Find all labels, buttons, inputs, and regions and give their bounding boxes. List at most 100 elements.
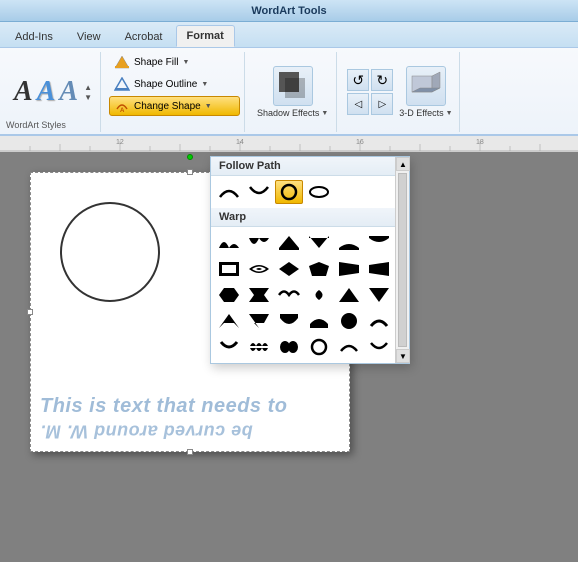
resize-handle-left[interactable] [27,309,33,315]
popup-scroll-thumb[interactable] [398,173,407,347]
shape-warp-21[interactable] [275,309,303,333]
shape-outline-button[interactable]: Shape Outline ▼ [109,74,240,94]
shadow-effects-label: Shadow Effects [257,108,319,118]
change-shape-button[interactable]: A Change Shape ▼ [109,96,240,116]
shape-warp-27[interactable] [275,335,303,359]
effects-3d-button[interactable]: 3-D Effects ▼ [399,66,452,118]
shape-warp-9[interactable] [275,257,303,281]
shape-outline-icon [114,77,130,91]
shape-fill-label: Shape Fill [134,57,178,68]
wordart-style-a[interactable]: A [14,78,33,106]
shape-warp-13[interactable] [215,283,243,307]
effects-3d-arrow[interactable]: ▼ [446,110,453,117]
wordart-style-b[interactable]: A [37,78,56,106]
wordart-scroll-up[interactable]: ▲ [84,83,92,92]
shape-ring[interactable] [305,180,333,204]
resize-handle-top[interactable] [187,169,193,175]
shape-warp-29[interactable] [335,335,363,359]
shape-warp-7[interactable] [215,257,243,281]
shape-fill-arrow[interactable]: ▼ [182,59,189,66]
wordart-style-c[interactable]: A [59,78,78,106]
wordart-styles-label: WordArt Styles [6,118,66,130]
shape-warp-30[interactable] [365,335,393,359]
shadow-effects-button[interactable] [273,66,313,106]
shape-warp-26[interactable] [245,335,273,359]
rotate-group: ↺ ↻ ◁ ▷ [347,69,393,115]
wordart-line2[interactable]: be curved around W. M. [40,419,253,442]
shadow-effects-arrow[interactable]: ▼ [321,110,328,117]
wordart-styles-group: A A A ▲ ▼ WordArt Styles [6,52,101,132]
wordart-container: This is text that needs to be curved aro… [40,393,345,442]
tab-acrobat[interactable]: Acrobat [114,26,174,47]
ribbon: A A A ▲ ▼ WordArt Styles Shape Fill ▼ [0,48,578,136]
warp-title: Warp [211,208,409,227]
tilt-left-button[interactable]: ◁ [347,93,369,115]
change-shape-dropdown: Follow Path Warp [210,156,410,364]
rotate-buttons-top: ↺ ↻ [347,69,393,91]
shape-warp-15[interactable] [275,283,303,307]
resize-handle-bottom[interactable] [187,449,193,455]
wordart-line1[interactable]: This is text that needs to [40,393,345,419]
shape-warp-19[interactable] [215,309,243,333]
popup-scroll-up[interactable]: ▲ [396,157,410,171]
wordart-styles-nav: ▲ ▼ [84,83,92,102]
circle-shape [60,202,160,302]
shape-circle-selected[interactable] [275,180,303,204]
change-shape-arrow[interactable]: ▼ [205,103,212,110]
svg-text:16: 16 [356,139,364,146]
wordart-scroll-down[interactable]: ▼ [84,93,92,102]
effects-3d-label-container: 3-D Effects ▼ [399,108,452,118]
effects-3d-label: 3-D Effects [399,108,443,118]
tilt-right-button[interactable]: ▷ [371,93,393,115]
shape-warp-20[interactable] [245,309,273,333]
shape-arc-up[interactable] [215,180,243,204]
shape-fill-button[interactable]: Shape Fill ▼ [109,52,240,72]
shape-warp-11[interactable] [335,257,363,281]
shape-warp-24[interactable] [365,309,393,333]
svg-text:18: 18 [476,139,484,146]
shadow-effects-group: Shadow Effects ▼ [249,52,337,132]
tab-view[interactable]: View [66,26,112,47]
rotate-left-button[interactable]: ↺ [347,69,369,91]
shape-warp-5[interactable] [335,231,363,255]
shape-outline-label: Shape Outline [134,79,197,90]
ribbon-tabs: Add-Ins View Acrobat Format [0,22,578,48]
shape-warp-2[interactable] [245,231,273,255]
rotation-handle[interactable] [187,154,193,160]
shape-fill-icon [114,55,130,69]
effects-3d-icon [406,66,446,106]
shape-warp-4[interactable] [305,231,333,255]
effects-3d-group: ↺ ↻ ◁ ▷ 3-D Effects ▼ [341,52,459,132]
rotate-right-button[interactable]: ↻ [371,69,393,91]
shape-warp-8[interactable] [245,257,273,281]
warp-grid [211,227,409,363]
change-shape-icon: A [114,99,130,113]
shape-warp-10[interactable] [305,257,333,281]
shape-outline-arrow[interactable]: ▼ [201,81,208,88]
change-shape-label: Change Shape [134,101,201,112]
title-bar: WordArt Tools [0,0,578,22]
rotate-buttons-bottom: ◁ ▷ [347,93,393,115]
svg-text:14: 14 [236,139,244,146]
shape-warp-16[interactable] [305,283,333,307]
ruler: 12 14 16 18 [0,136,578,152]
shape-warp-25[interactable] [215,335,243,359]
text-effects-group: Shape Fill ▼ Shape Outline ▼ A Change Sh… [105,52,245,132]
shape-arc-down[interactable] [245,180,273,204]
shape-warp-1[interactable] [215,231,243,255]
shape-warp-12[interactable] [365,257,393,281]
shape-warp-6[interactable] [365,231,393,255]
shape-warp-18[interactable] [365,283,393,307]
shape-warp-14[interactable] [245,283,273,307]
tab-format[interactable]: Format [176,25,235,47]
shape-warp-23[interactable] [335,309,363,333]
shape-warp-17[interactable] [335,283,363,307]
shape-warp-22[interactable] [305,309,333,333]
popup-scroll-down[interactable]: ▼ [396,349,410,363]
shape-warp-28[interactable] [305,335,333,359]
title-bar-label: WordArt Tools [251,5,326,17]
tab-addins[interactable]: Add-Ins [4,26,64,47]
shape-warp-3[interactable] [275,231,303,255]
svg-text:12: 12 [116,139,124,146]
shadow-effects-dropdown[interactable]: Shadow Effects ▼ [257,108,328,118]
